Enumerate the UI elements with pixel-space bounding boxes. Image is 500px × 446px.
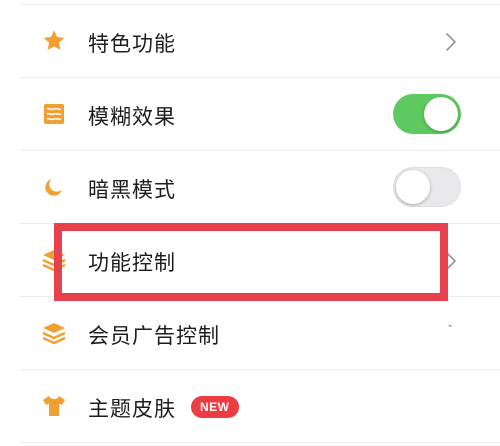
new-badge: NEW [191,396,239,418]
toggle-knob [396,170,430,204]
settings-item-label: 特色功能 [88,32,176,56]
settings-screen: 特色功能 模糊效果 暗黑模式 功能控制 会员广告控制 ` 主题皮肤 NEW [0,0,500,446]
chevron-right-icon [444,32,458,52]
tick-mark: ` [448,322,453,338]
settings-item-blur: 模糊效果 [0,78,500,150]
tshirt-icon [40,392,68,420]
star-icon [40,27,68,55]
settings-item-label: 主题皮肤 [88,397,176,421]
settings-item-feature-control[interactable]: 功能控制 [0,224,500,296]
settings-item-label: 功能控制 [88,251,176,275]
settings-item-featured[interactable]: 特色功能 [0,5,500,77]
settings-item-vip-ad-control[interactable]: 会员广告控制 [0,297,500,369]
stack-icon [40,319,68,347]
settings-item-label: 暗黑模式 [88,178,176,202]
settings-item-theme-skin[interactable]: 主题皮肤 NEW [0,370,500,442]
layers-blur-icon [40,100,68,128]
settings-item-dark-mode: 暗黑模式 [0,151,500,223]
moon-icon [40,173,68,201]
dark-mode-toggle-switch[interactable] [393,167,461,207]
chevron-right-icon [444,251,458,271]
settings-item-label: 模糊效果 [88,105,176,129]
divider [20,442,500,443]
blur-toggle-switch[interactable] [393,94,461,134]
toggle-knob [424,97,458,131]
stack-icon [40,246,68,274]
settings-item-label: 会员广告控制 [88,324,220,348]
